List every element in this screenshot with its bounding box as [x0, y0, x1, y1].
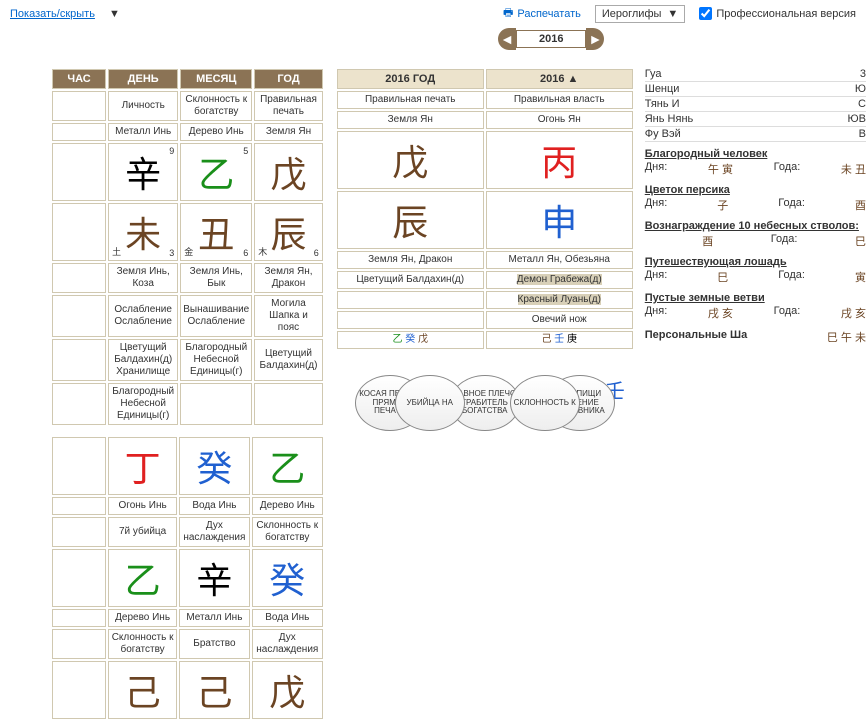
year-value: 2016 — [516, 30, 586, 48]
chevron-down-icon: ▼ — [109, 8, 120, 20]
info-panel: Гуа3 ШенциЮ Тянь ИС Янь НяньЮВ Фу ВэйВ Б… — [645, 67, 866, 346]
gods-diagram: 辛 辛 庚 己 戊 癸 壬 РАВНОЕ ПЛЕЧО ГРАБИТЕЛЬ БОГ… — [335, 375, 635, 635]
year-prev[interactable]: ◄ — [498, 28, 516, 50]
node-bl: УБИЙЦА НА — [395, 375, 465, 431]
lower-table: 丁 癸 乙 Огонь ИньВода ИньДерево Инь 7й уби… — [50, 435, 325, 721]
node-br: СКЛОННОСТЬ К — [510, 375, 580, 431]
display-select[interactable]: Иероглифы ▼ — [595, 5, 685, 23]
print-link[interactable]: 🖶 Распечатать — [503, 4, 581, 23]
pillars-table: ЧАС ДЕНЬ МЕСЯЦ ГОД ЛичностьСклонность к … — [50, 67, 325, 427]
chevron-down-icon: ▼ — [667, 8, 678, 20]
toggle-link[interactable]: Показать/скрыть — [10, 8, 95, 20]
year-next[interactable]: ► — [586, 28, 604, 50]
luck-table: 2016 ГОД 2016 ▲ Правильная печатьПравиль… — [335, 67, 635, 351]
pro-checkbox[interactable]: Профессиональная версия — [699, 7, 856, 20]
printer-icon: 🖶 — [503, 4, 513, 23]
